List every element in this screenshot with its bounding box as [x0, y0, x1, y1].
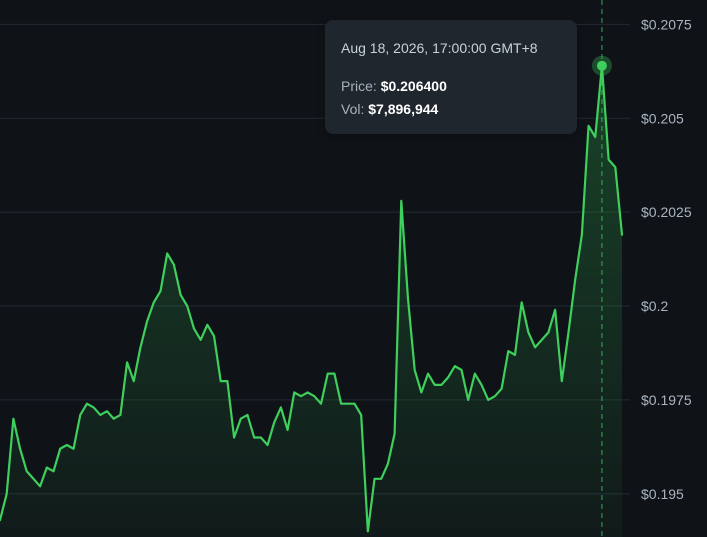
tooltip-date: Aug 18, 2026, 17:00:00 GMT+8	[341, 40, 538, 56]
tooltip-price-label: Price:	[341, 78, 377, 94]
y-tick-label: $0.205	[641, 110, 684, 126]
tooltip-vol-row: Vol: $7,896,944	[341, 101, 561, 118]
y-tick-label: $0.2025	[641, 204, 692, 220]
highlight-point	[596, 60, 607, 71]
tooltip-vol-label: Vol:	[341, 101, 365, 117]
tooltip-vol-value: $7,896,944	[368, 101, 439, 117]
chart-tooltip: Aug 18, 2026, 17:00:00 GMT+8 Price: $0.2…	[325, 20, 577, 134]
y-tick-label: $0.2	[641, 298, 668, 314]
tooltip-price-value: $0.206400	[380, 78, 447, 94]
tooltip-price-row: Price: $0.206400	[341, 78, 561, 95]
y-tick-label: $0.1975	[641, 392, 692, 408]
price-area	[0, 65, 622, 537]
y-tick-label: $0.195	[641, 486, 684, 502]
y-tick-label: $0.2075	[641, 16, 692, 32]
